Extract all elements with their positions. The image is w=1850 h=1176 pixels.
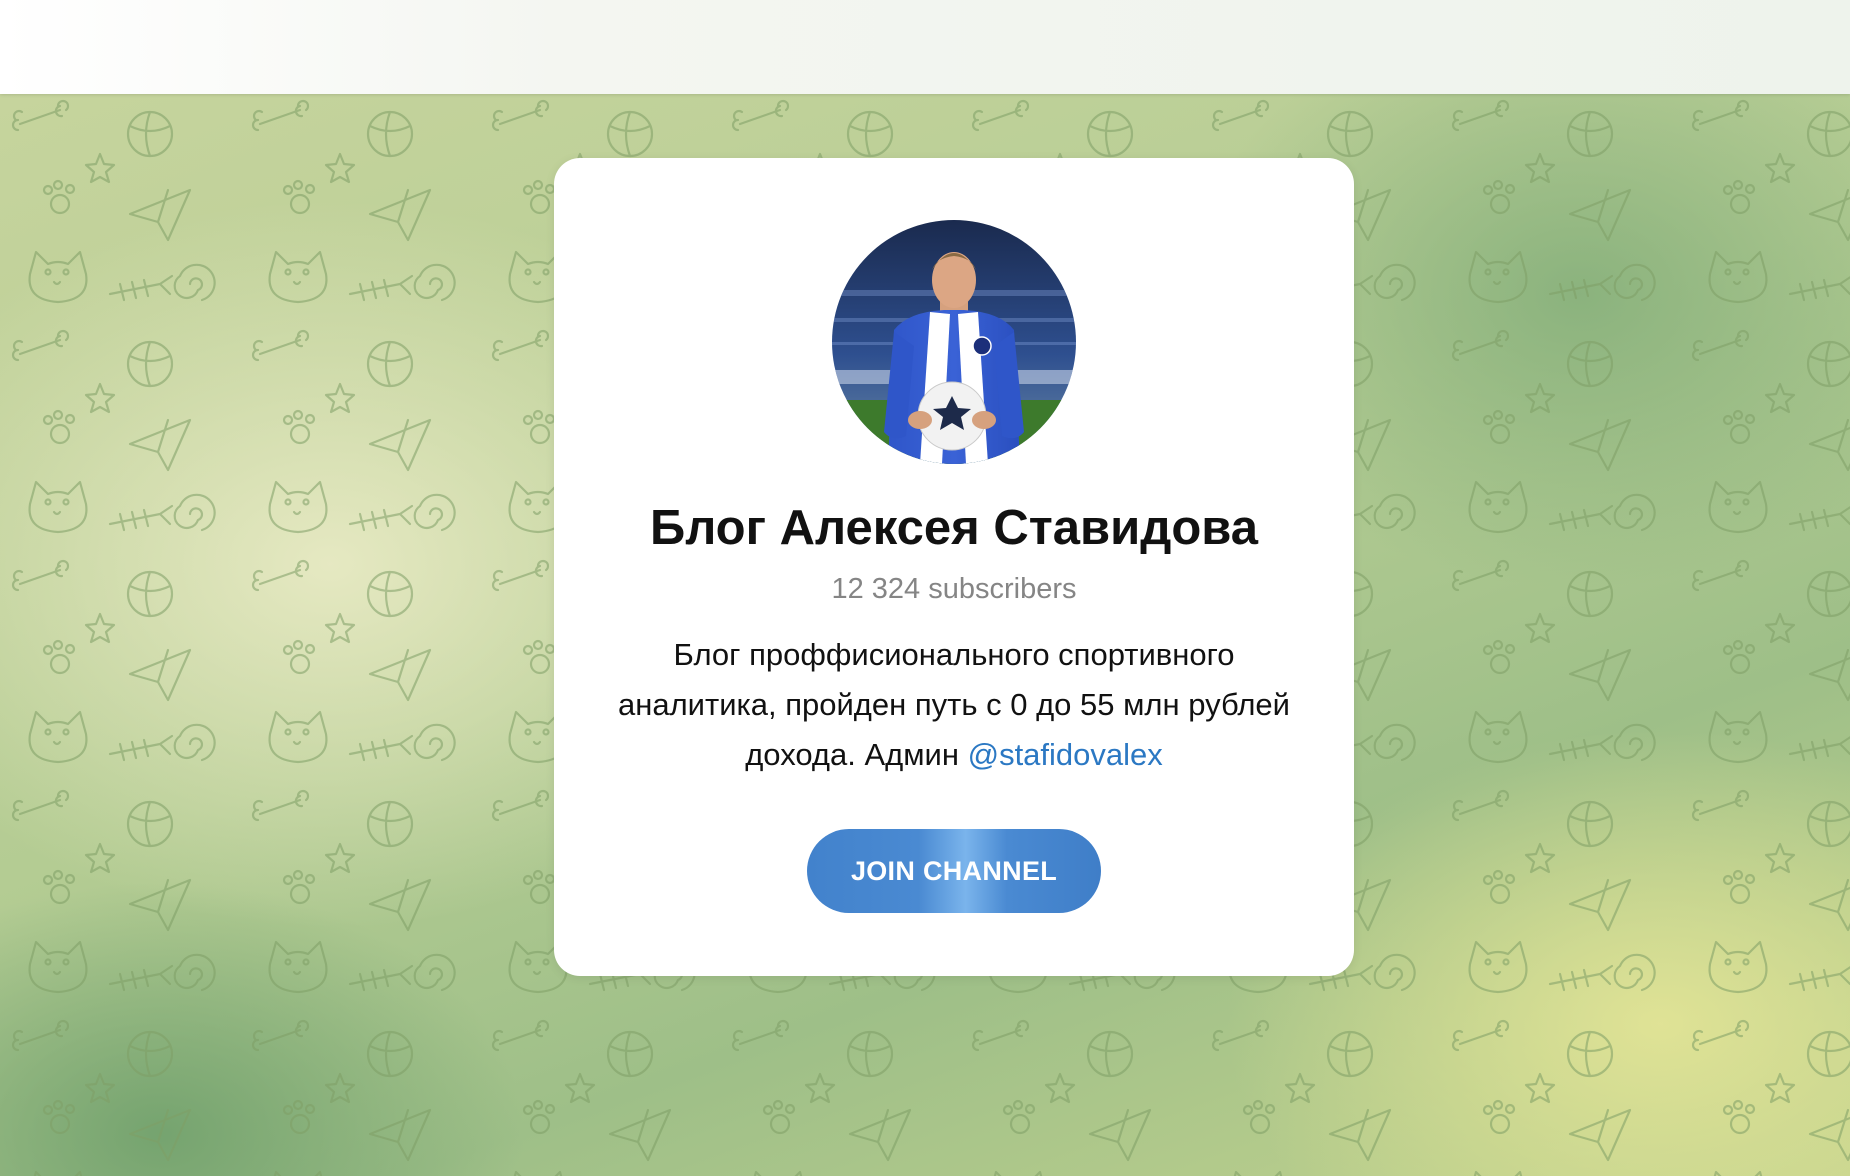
channel-title: Блог Алексея Ставидова [649,501,1258,555]
description-text: Блог проффисионального спортивного анали… [617,637,1290,772]
channel-description: Блог проффисионального спортивного анали… [594,630,1314,780]
admin-mention-link[interactable]: @stafidovalex [968,737,1163,772]
footballer-photo [832,220,1076,464]
subscriber-count: 12 324 subscribers [831,573,1077,605]
channel-avatar [832,220,1076,464]
channel-card: Блог Алексея Ставидова 12 324 subscriber… [554,158,1354,976]
top-bar [0,0,1850,94]
join-channel-button[interactable]: JOIN CHANNEL [807,829,1101,913]
